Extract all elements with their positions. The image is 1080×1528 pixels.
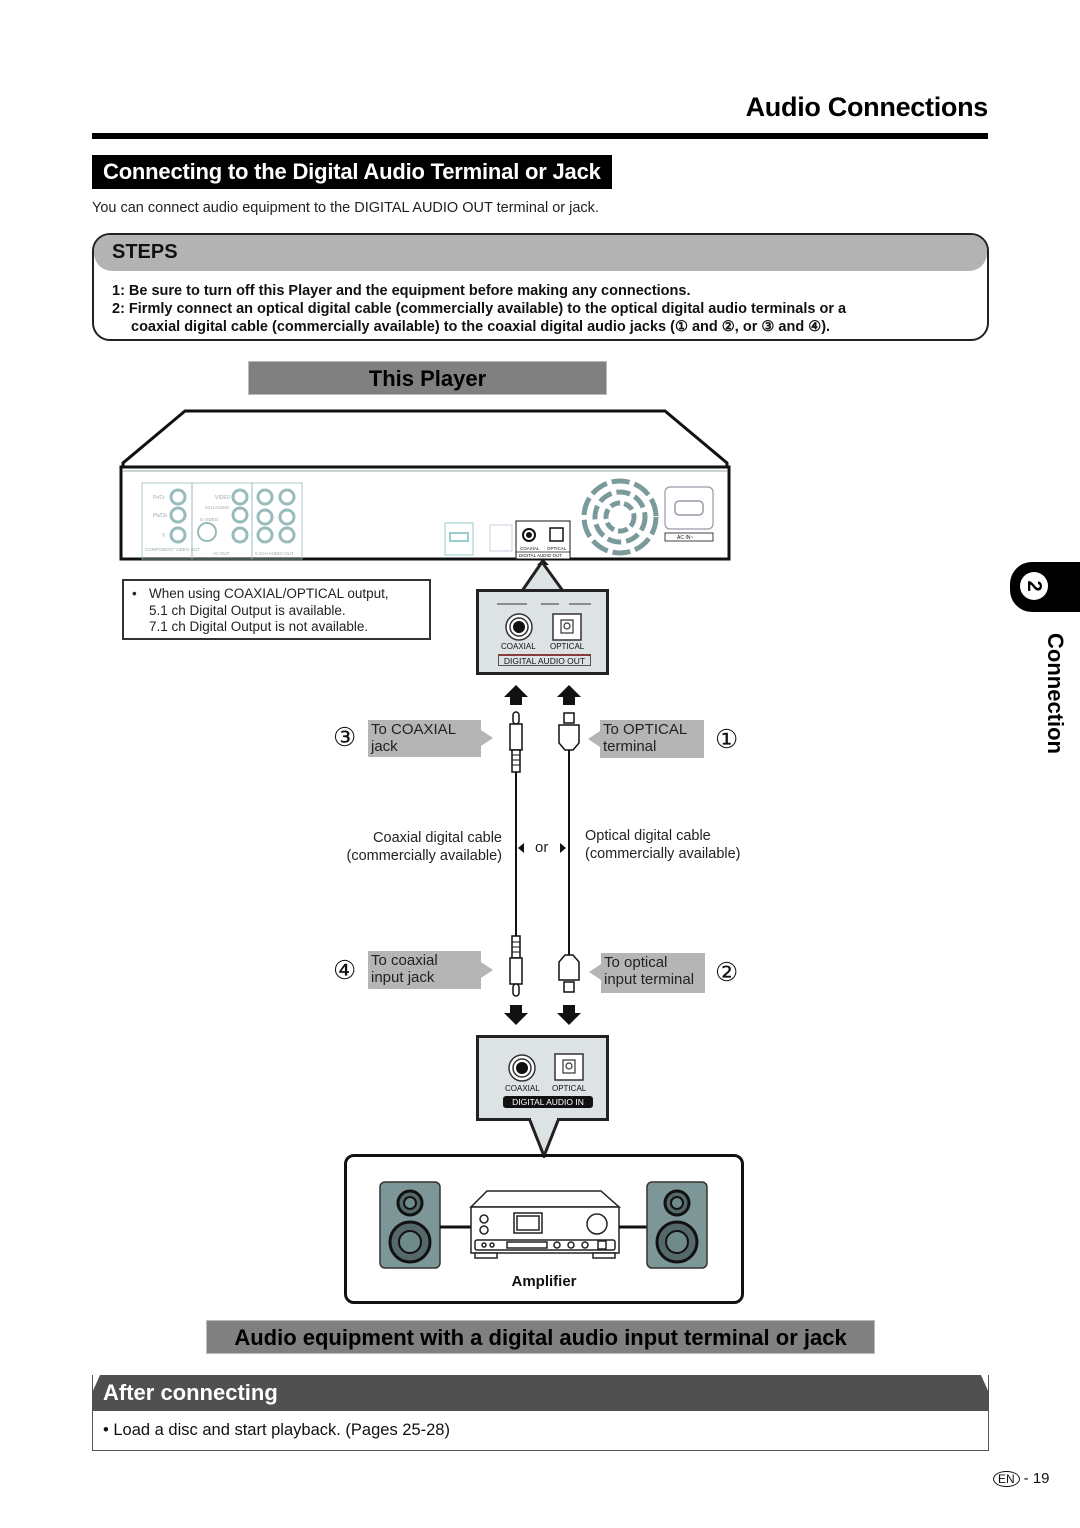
digital-audio-in-panel: COAXIAL OPTICAL DIGITAL AUDIO IN xyxy=(476,1035,609,1121)
callout-pointer-1 xyxy=(588,731,600,747)
callout-pointer-4 xyxy=(481,962,493,978)
out-optical-label: OPTICAL xyxy=(550,642,585,651)
pr-label: Pr/Cr xyxy=(153,495,165,501)
coaxial-cable-description: Coaxial digital cable (commercially avai… xyxy=(346,830,502,864)
player-rear-illustration: Pr/Cr Pb/Cb Y COMPONENT VIDEO OUT VIDEO … xyxy=(119,409,731,565)
2ch-audio-label: 2CH AUDIO xyxy=(205,505,230,510)
optical-input-terminal-icon xyxy=(554,1053,584,1081)
amplifier-illustration xyxy=(379,1181,708,1269)
after-connecting-title: After connecting xyxy=(103,1380,278,1405)
arrow-up-optical xyxy=(557,685,581,705)
surround-label: 5.1CH AUDIO OUT xyxy=(255,551,294,556)
page-title: Audio Connections xyxy=(745,92,989,122)
channel-note-box: • When using COAXIAL/OPTICAL output, 5.1 … xyxy=(122,579,431,640)
pb-label: Pb/Cb xyxy=(153,513,167,519)
callout-pointer-2 xyxy=(589,964,601,980)
callout-number-3: ③ xyxy=(333,722,357,752)
step-2: 2: Firmly connect an optical digital cab… xyxy=(112,301,847,317)
callout-pointer-3 xyxy=(481,730,493,746)
callout-number-1: ① xyxy=(715,724,739,754)
chapter-label: Connection xyxy=(1043,633,1068,754)
after-connecting-item: • Load a disc and start playback. (Pages… xyxy=(103,1421,450,1439)
steps-title: STEPS xyxy=(112,241,178,263)
after-connecting-box: After connecting • Load a disc and start… xyxy=(92,1375,989,1451)
step-2-continued: coaxial digital cable (commercially avai… xyxy=(131,319,831,335)
callout-number-4: ④ xyxy=(333,955,357,985)
callout-number-2: ② xyxy=(715,957,739,987)
optical-plug-top xyxy=(558,712,580,751)
player-top-casing xyxy=(121,409,729,469)
coaxial-plug-top xyxy=(509,711,523,773)
note-line-2: 5.1 ch Digital Output is available. xyxy=(149,602,346,618)
player-label: This Player xyxy=(248,361,607,395)
digital-audio-out-panel: COAXIAL OPTICAL DIGITAL AUDIO OUT xyxy=(476,589,609,675)
callout-to-optical-terminal: To OPTICAL terminal xyxy=(600,720,704,758)
in-optical-label: OPTICAL xyxy=(552,1084,587,1093)
arrow-up-coaxial xyxy=(504,685,528,705)
left-speaker-icon xyxy=(379,1181,441,1269)
amplifier-label: Amplifier xyxy=(511,1273,577,1290)
steps-header: STEPS xyxy=(94,235,987,271)
player-back-panel xyxy=(119,465,731,561)
note-line-3: 7.1 ch Digital Output is not available. xyxy=(149,619,369,634)
page-number: EN - 19 xyxy=(993,1470,1050,1487)
optical-cable-description: Optical digital cable (commercially avai… xyxy=(585,828,741,862)
coaxial-mini-label: COAXIAL xyxy=(520,546,540,551)
page-number-text: - 19 xyxy=(1023,1470,1050,1487)
chapter-number: 2 xyxy=(1020,572,1048,600)
callout-to-optical-input-terminal: To optical input terminal xyxy=(601,953,705,993)
out-coaxial-label: COAXIAL xyxy=(501,642,536,651)
in-panel-title: DIGITAL AUDIO IN xyxy=(503,1096,593,1108)
amplifier-unit-icon xyxy=(469,1190,621,1259)
amplifier-box: Amplifier xyxy=(344,1154,744,1304)
panel-in-pointer xyxy=(527,1118,561,1158)
steps-list: 1: Be sure to turn off this Player and t… xyxy=(112,282,967,336)
ac-in-label: AC IN~ xyxy=(677,535,693,541)
optical-terminal-icon xyxy=(552,613,582,641)
video-label: VIDEO xyxy=(215,495,231,501)
s-video-label: S VIDEO xyxy=(200,517,219,522)
callout-to-coaxial-jack: To COAXIAL jack xyxy=(368,720,481,757)
steps-box: STEPS 1: Be sure to turn off this Player… xyxy=(92,233,989,341)
audio-equipment-label: Audio equipment with a digital audio inp… xyxy=(206,1320,875,1354)
or-text: or xyxy=(535,839,549,856)
arrow-down-optical xyxy=(557,1005,581,1025)
av-out-label: AV OUT xyxy=(213,551,230,556)
intro-text: You can connect audio equipment to the D… xyxy=(92,200,599,216)
callout-to-coaxial-input-jack: To coaxial input jack xyxy=(368,951,481,989)
optical-mini-label: OPTICAL xyxy=(547,546,567,551)
coaxial-plug-bottom xyxy=(509,935,523,997)
panel-out-pointer xyxy=(520,560,565,592)
right-speaker-icon xyxy=(646,1181,708,1269)
section-heading: Connecting to the Digital Audio Terminal… xyxy=(92,155,612,189)
optical-plug-bottom xyxy=(558,954,580,993)
in-coaxial-label: COAXIAL xyxy=(505,1084,540,1093)
chapter-tab[interactable]: 2 xyxy=(1010,562,1080,612)
digital-out-mini-label: DIGITAL AUDIO OUT xyxy=(519,553,562,558)
title-rule xyxy=(92,133,988,139)
step-1: 1: Be sure to turn off this Player and t… xyxy=(112,283,691,299)
language-badge: EN xyxy=(993,1471,1020,1487)
note-line-1: • When using COAXIAL/OPTICAL output, xyxy=(132,586,389,601)
out-panel-title: DIGITAL AUDIO OUT xyxy=(498,654,591,666)
arrow-down-coaxial xyxy=(504,1005,528,1025)
